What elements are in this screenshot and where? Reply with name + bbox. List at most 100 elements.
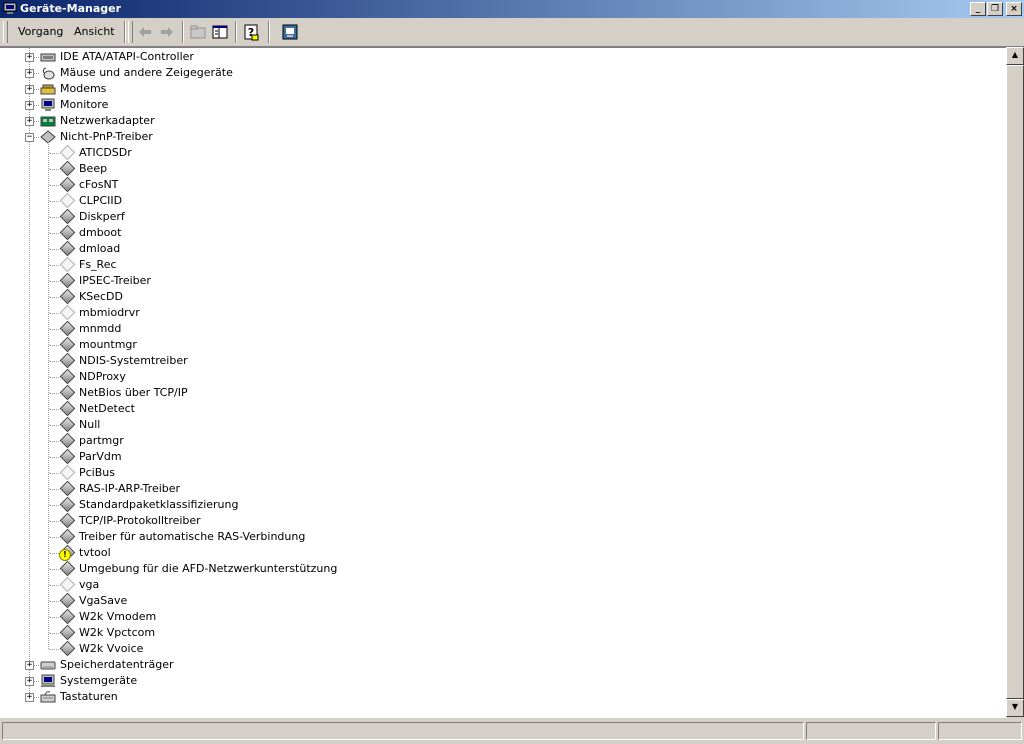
scan-hardware-icon[interactable]: [281, 23, 299, 41]
tree-node[interactable]: − Nicht-PnP-Treiber: [0, 129, 1000, 145]
tree-connector: [49, 281, 59, 282]
driver-item[interactable]: mnmdd: [0, 320, 1000, 337]
tree-node-label: Netzwerkadapter: [60, 114, 155, 127]
driver-item[interactable]: dmboot: [0, 224, 1000, 241]
driver-item[interactable]: W2k Vmodem: [0, 608, 1000, 625]
driver-diamond-icon: [59, 304, 76, 321]
driver-item[interactable]: NetBios über TCP/IP: [0, 384, 1000, 401]
vertical-scrollbar[interactable]: ▲ ▼: [1006, 47, 1024, 717]
tree-node[interactable]: + IDE ATA/ATAPI-Controller: [0, 49, 1000, 65]
tree-connector: [49, 569, 59, 570]
driver-item[interactable]: partmgr: [0, 432, 1000, 449]
driver-item[interactable]: VgaSave: [0, 592, 1000, 609]
driver-item[interactable]: PciBus: [0, 464, 1000, 481]
expand-toggle[interactable]: +: [25, 53, 34, 62]
expand-toggle[interactable]: +: [25, 85, 34, 94]
tree-node[interactable]: + Modems: [0, 81, 1000, 97]
ide-controller-icon: [40, 53, 56, 62]
driver-item[interactable]: ParVdm: [0, 448, 1000, 465]
driver-item[interactable]: cFosNT: [0, 176, 1000, 193]
driver-label: Beep: [79, 162, 108, 175]
tree-connector: [34, 681, 39, 682]
menu-ansicht[interactable]: Ansicht: [74, 25, 115, 38]
driver-item[interactable]: Standardpaketklassifizierung: [0, 496, 1000, 513]
disabled-driver-icon: [59, 144, 76, 161]
menu-vorgang[interactable]: Vorgang: [18, 25, 63, 38]
driver-item[interactable]: W2k Vvoice: [0, 640, 1000, 657]
driver-item[interactable]: TCP/IP-Protokolltreiber: [0, 512, 1000, 529]
tree-connector: [49, 489, 59, 490]
minimize-button[interactable]: _: [970, 2, 986, 16]
driver-item[interactable]: Beep: [0, 160, 1000, 177]
close-button[interactable]: ×: [1006, 2, 1022, 16]
tree-node[interactable]: + Mäuse und andere Zeigegeräte: [0, 65, 1000, 81]
driver-item[interactable]: KSecDD: [0, 288, 1000, 305]
driver-item[interactable]: dmload: [0, 240, 1000, 257]
scroll-down-button[interactable]: ▼: [1006, 699, 1024, 717]
tree-connector: [49, 297, 59, 298]
driver-item[interactable]: Diskperf: [0, 208, 1000, 225]
toolbar-grip[interactable]: [128, 21, 133, 43]
restore-button[interactable]: ❐: [987, 2, 1003, 16]
driver-diamond-icon: [59, 176, 76, 193]
show-hide-tree-icon[interactable]: [211, 23, 229, 41]
driver-icon: [59, 448, 76, 465]
driver-item[interactable]: NDProxy: [0, 368, 1000, 385]
driver-item[interactable]: mbmiodrvr: [0, 304, 1000, 321]
tree-connector: [49, 329, 59, 330]
driver-item[interactable]: CLPCIID: [0, 192, 1000, 209]
driver-label: vga: [79, 578, 100, 591]
driver-diamond-icon: [59, 480, 76, 497]
driver-item[interactable]: vga: [0, 576, 1000, 593]
tree-node-label: Nicht-PnP-Treiber: [60, 130, 153, 143]
device-tree[interactable]: + IDE ATA/ATAPI-Controller + Mäuse und ande…: [0, 47, 1006, 718]
driver-item[interactable]: Null: [0, 416, 1000, 433]
driver-diamond-icon: [59, 560, 76, 577]
expand-toggle[interactable]: +: [25, 101, 34, 110]
expand-toggle[interactable]: +: [25, 117, 34, 126]
driver-item[interactable]: mountmgr: [0, 336, 1000, 353]
tree-node[interactable]: + Netzwerkadapter: [0, 113, 1000, 129]
system-device-icon: [41, 674, 55, 687]
driver-icon: [59, 336, 76, 353]
expand-toggle[interactable]: +: [25, 661, 34, 670]
expand-toggle[interactable]: +: [25, 693, 34, 702]
driver-label: NDIS-Systemtreiber: [79, 354, 188, 367]
tree-node[interactable]: + Monitore: [0, 97, 1000, 113]
collapse-toggle[interactable]: −: [25, 133, 34, 142]
properties-help-icon[interactable]: ?: [242, 23, 260, 41]
driver-item[interactable]: NDIS-Systemtreiber: [0, 352, 1000, 369]
driver-diamond-icon: [59, 336, 76, 353]
driver-item[interactable]: NetDetect: [0, 400, 1000, 417]
disabled-driver-icon: [59, 256, 76, 273]
tree-connector: [49, 249, 59, 250]
scroll-up-button[interactable]: ▲: [1006, 47, 1024, 65]
expand-toggle[interactable]: +: [25, 69, 34, 78]
expand-toggle[interactable]: +: [25, 677, 34, 686]
driver-item[interactable]: W2k Vpctcom: [0, 624, 1000, 641]
driver-item[interactable]: Fs_Rec: [0, 256, 1000, 273]
scroll-thumb[interactable]: [1006, 65, 1024, 699]
driver-icon: [59, 384, 76, 401]
driver-item[interactable]: Umgebung für die AFD-Netzwerkunterstützu…: [0, 560, 1000, 577]
driver-icon: [59, 512, 76, 529]
tree-connector: [34, 57, 39, 58]
driver-item[interactable]: ATICDSDr: [0, 144, 1000, 161]
tree-connector: [49, 265, 59, 266]
folder-up-icon[interactable]: [189, 23, 207, 41]
tree-node[interactable]: + Speicherdatenträger: [0, 657, 1000, 673]
driver-item[interactable]: Treiber für automatische RAS-Verbindung: [0, 528, 1000, 545]
tree-connector: [34, 89, 39, 90]
driver-item[interactable]: RAS-IP-ARP-Treiber: [0, 480, 1000, 497]
back-arrow-icon[interactable]: [136, 23, 154, 41]
driver-item[interactable]: ! tvtool: [0, 544, 1000, 561]
driver-diamond-icon: [59, 576, 76, 593]
toolbar-grip[interactable]: [3, 21, 8, 43]
driver-label: Null: [79, 418, 101, 431]
tree-node[interactable]: + Systemgeräte: [0, 673, 1000, 689]
driver-item[interactable]: IPSEC-Treiber: [0, 272, 1000, 289]
driver-label: Standardpaketklassifizierung: [79, 498, 239, 511]
driver-icon: [59, 432, 76, 449]
forward-arrow-icon[interactable]: [158, 23, 176, 41]
tree-node[interactable]: + Tastaturen: [0, 689, 1000, 705]
